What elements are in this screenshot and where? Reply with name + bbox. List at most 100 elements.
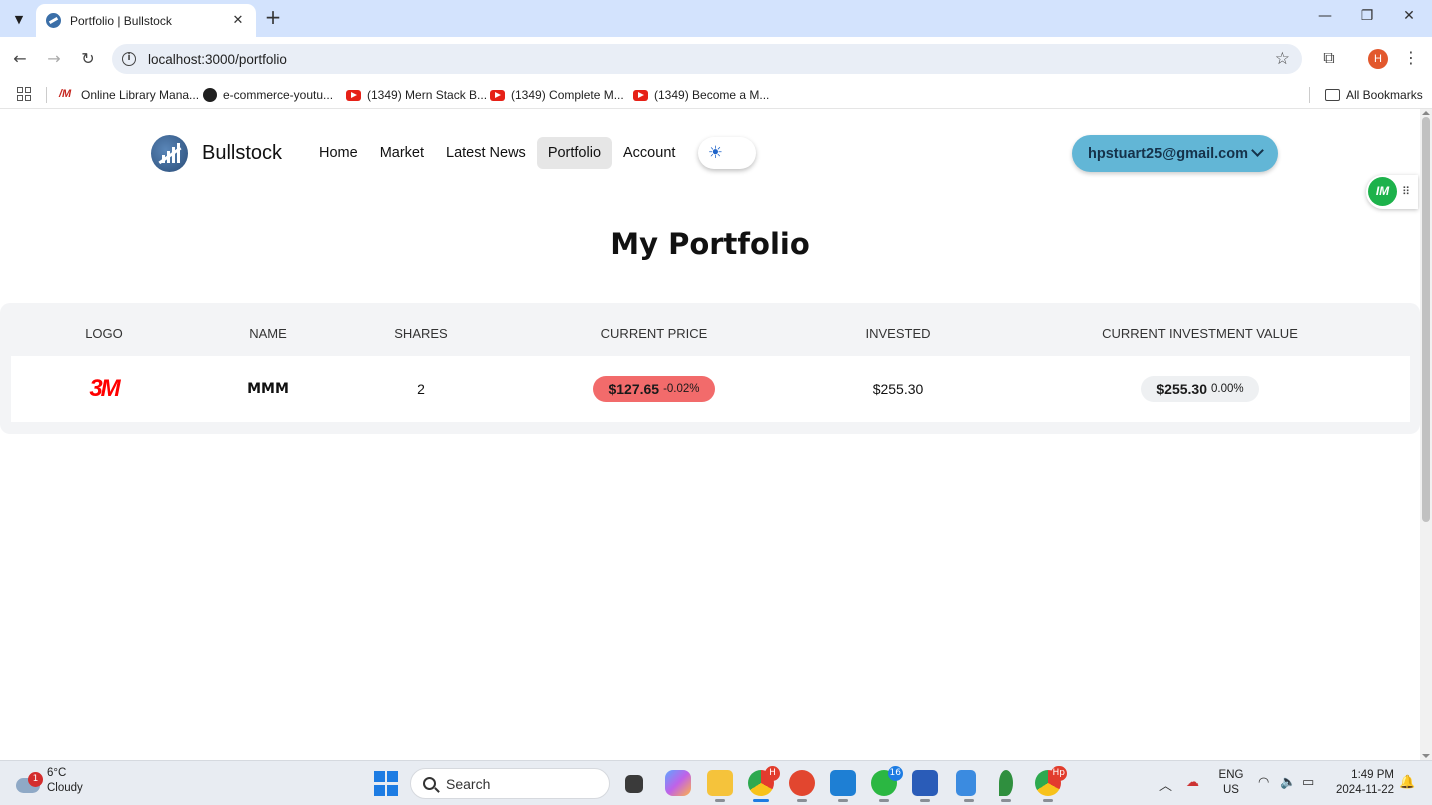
taskbar-search[interactable]: Search [410, 768, 610, 799]
user-email: hpstuart25@gmail.com [1088, 145, 1248, 162]
scroll-up-arrow-icon[interactable] [1422, 111, 1430, 115]
nav-link-home[interactable]: Home [308, 137, 369, 169]
folder-icon [1325, 89, 1340, 101]
weather-text: 6°C Cloudy [47, 766, 83, 796]
browser-tab-active[interactable]: Portfolio | Bullstock ✕ [36, 4, 256, 37]
battery-icon[interactable]: ▭ [1302, 775, 1314, 790]
back-arrow-icon[interactable]: ← [8, 47, 32, 71]
profile-avatar[interactable]: H [1368, 49, 1388, 69]
stock-name-cell: MMM [218, 356, 318, 422]
invested-value: $255.30 [872, 381, 924, 397]
new-tab-plus-icon[interactable]: + [262, 7, 284, 29]
browser-tabstrip: ▼ Portfolio | Bullstock ✕ + — ❐ ✕ [0, 0, 1432, 37]
current-value-cell: $255.30 0.00% [1090, 356, 1310, 422]
mongodb-compass-icon[interactable] [999, 770, 1013, 802]
whatsapp-unread-badge: 16 [887, 766, 903, 781]
language-indicator[interactable]: ENG US [1214, 768, 1248, 798]
tab-search-chevron-icon[interactable]: ▼ [7, 7, 31, 31]
extensions-puzzle-icon[interactable]: ⧉ [1318, 48, 1340, 70]
scrollbar-thumb[interactable] [1422, 117, 1430, 522]
clock-time: 1:49 PM [1351, 769, 1394, 781]
page-scrollbar[interactable] [1420, 109, 1432, 760]
notepad-icon[interactable] [956, 770, 976, 802]
brand[interactable]: Bullstock [151, 135, 282, 172]
bookmark-item[interactable]: /M Online Library Mana... [59, 86, 199, 104]
menu-kebab-icon[interactable]: ⋮ [1400, 48, 1422, 70]
show-hidden-icons-chevron-icon[interactable]: ︿ [1159, 775, 1172, 794]
bookmark-item[interactable]: (1349) Mern Stack B... [346, 86, 487, 104]
copilot-icon[interactable] [665, 770, 691, 796]
browser-toolbar: ← → ↻ i localhost:3000/portfolio ☆ ⧉ H ⋮ [0, 37, 1432, 81]
restore-icon[interactable]: ❐ [1344, 8, 1390, 30]
table-row[interactable]: 3M MMM 2 $127.65 -0.02% $255.30 $255.30 [11, 356, 1410, 422]
nav-link-account[interactable]: Account [612, 137, 686, 169]
wps-office-icon[interactable] [789, 770, 815, 802]
chrome-profile-badge: H [765, 766, 780, 781]
stock-name: MMM [247, 381, 289, 397]
main-nav: Home Market Latest News Portfolio Accoun… [308, 137, 757, 169]
language-code: ENG [1218, 769, 1244, 781]
bookmark-label: (1349) Become a M... [654, 88, 770, 102]
bookmark-star-icon[interactable]: ☆ [1275, 49, 1290, 69]
chrome-icon[interactable]: H [748, 766, 780, 802]
current-price-cell: $127.65 -0.02% [574, 356, 734, 422]
reload-icon[interactable]: ↻ [76, 47, 100, 71]
window-close-icon[interactable]: ✕ [1386, 8, 1432, 30]
whatsapp-icon[interactable]: 16 [871, 766, 903, 802]
chrome-profile-2-badge: Hp [1050, 766, 1067, 781]
address-bar[interactable]: i localhost:3000/portfolio ☆ [112, 44, 1302, 74]
user-menu-button[interactable]: hpstuart25@gmail.com [1072, 135, 1278, 172]
scroll-down-arrow-icon[interactable] [1422, 754, 1430, 758]
column-header-name: NAME [249, 326, 287, 341]
clock-date: 2024-11-22 [1336, 784, 1394, 796]
bookmarks-divider [1309, 87, 1310, 103]
wifi-icon[interactable]: ◠ [1258, 775, 1269, 790]
windows-start-icon[interactable] [374, 771, 400, 797]
tab-close-icon[interactable]: ✕ [230, 13, 246, 28]
youtube-icon [633, 89, 648, 101]
3m-logo: 3M [89, 375, 120, 402]
value-change-percent: 0.00% [1211, 383, 1244, 395]
youtube-icon [346, 89, 361, 101]
word-icon[interactable] [912, 770, 938, 802]
forward-arrow-icon[interactable]: → [42, 47, 66, 71]
theme-toggle[interactable]: ☀ [698, 137, 757, 169]
stock-logo-cell: 3M [64, 356, 144, 422]
weather-condition: Cloudy [47, 782, 83, 794]
drag-grip-icon[interactable]: ⠿ [1402, 185, 1410, 198]
page-viewport: Bullstock Home Market Latest News Portfo… [0, 109, 1420, 760]
nav-link-latest-news[interactable]: Latest News [435, 137, 537, 169]
task-view-icon[interactable] [625, 775, 643, 793]
clock[interactable]: 1:49 PM 2024-11-22 [1330, 768, 1394, 798]
price-change-percent: -0.02% [663, 383, 700, 395]
bookmark-item[interactable]: (1349) Become a M... [633, 86, 769, 104]
bookmark-item[interactable]: (1349) Complete M... [490, 86, 624, 104]
volume-icon[interactable]: 🔈 [1280, 775, 1296, 790]
nav-link-market[interactable]: Market [369, 137, 435, 169]
nav-link-portfolio[interactable]: Portfolio [536, 137, 613, 169]
file-explorer-icon[interactable] [707, 770, 733, 802]
chrome-profile-2-icon[interactable]: Hp [1035, 766, 1067, 802]
im-extension-icon[interactable]: IM [1368, 177, 1397, 206]
youtube-icon [490, 89, 505, 101]
bullstock-favicon-icon [46, 13, 61, 28]
bullstock-logo-icon [151, 135, 188, 172]
apps-grid-icon[interactable] [17, 87, 31, 101]
current-price-value: $127.65 [608, 381, 660, 397]
weather-widget[interactable]: 1 6°C Cloudy [16, 766, 83, 796]
floating-extension-widget[interactable]: IM ⠿ [1366, 175, 1418, 209]
onedrive-error-icon[interactable]: ☁ [1186, 775, 1199, 790]
bookmark-label: Online Library Mana... [81, 88, 200, 102]
bookmarks-divider [46, 87, 47, 103]
url-text[interactable]: localhost:3000/portfolio [148, 52, 1275, 67]
sun-icon: ☀ [707, 143, 724, 163]
notification-bell-icon[interactable]: 🔔 [1399, 775, 1415, 790]
vscode-icon[interactable] [830, 770, 856, 802]
column-header-invested: INVESTED [865, 326, 931, 341]
chevron-down-icon [1251, 144, 1264, 157]
bookmark-item[interactable]: e-commerce-youtu... [203, 86, 333, 104]
site-info-icon[interactable]: i [122, 52, 136, 66]
minimize-icon[interactable]: — [1302, 8, 1348, 30]
all-bookmarks-button[interactable]: All Bookmarks [1325, 86, 1423, 104]
current-price-badge: $127.65 -0.02% [593, 376, 715, 402]
